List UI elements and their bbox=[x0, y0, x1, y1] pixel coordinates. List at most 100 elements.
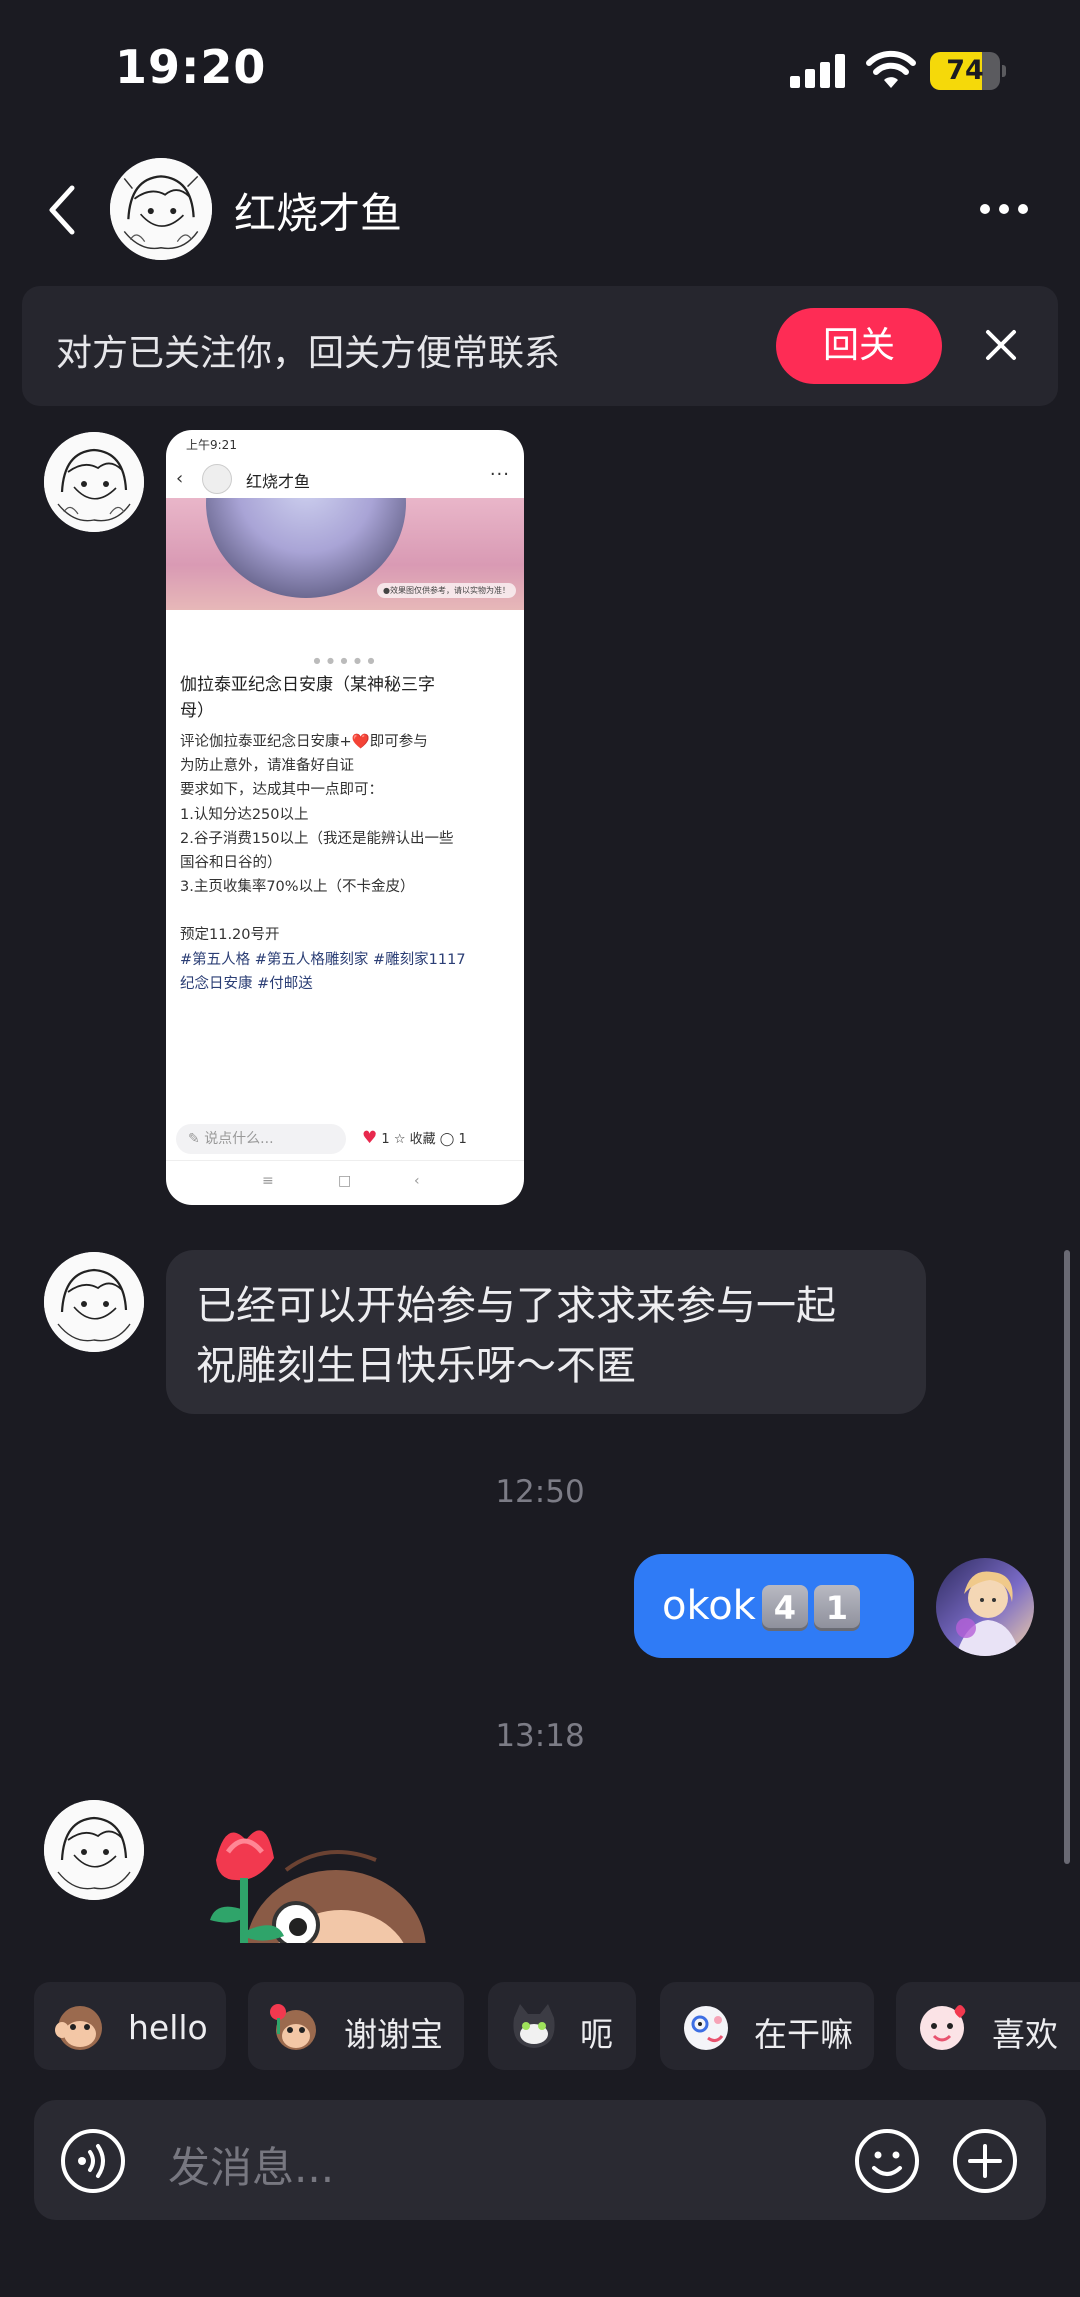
shot-body-line: 为防止意外，请准备好自证 bbox=[180, 758, 354, 775]
shot-body-line: 国谷和日谷的） bbox=[180, 855, 282, 872]
shot-body-line: 2.谷子消费150以上（我还是能辨认出一些 bbox=[180, 830, 454, 847]
status-bar: 19:20 74 bbox=[0, 0, 1080, 150]
shot-body-line: 1.认知分达250以上 bbox=[180, 806, 309, 823]
signal-icon bbox=[790, 54, 845, 88]
cat-icon bbox=[513, 2004, 555, 2048]
chat-title: 红烧才鱼 bbox=[234, 189, 403, 238]
monkey-flower-icon bbox=[270, 2004, 316, 2050]
quick-reply-row: hello 谢谢宝 呃 在干嘛 喜欢 bbox=[0, 1980, 1080, 2072]
battery-body: 74 bbox=[930, 52, 1000, 90]
shot-title-line: 伽拉泰亚纪念日安康（某神秘三字 bbox=[180, 675, 435, 695]
shot-collect-label: 收藏 bbox=[409, 1132, 436, 1147]
more-dots-icon[interactable] bbox=[976, 196, 1032, 220]
shot-status-time: 上午9:21 bbox=[186, 438, 237, 452]
heart-sticker-icon bbox=[920, 2005, 966, 2050]
anime-avatar-icon bbox=[956, 1571, 1020, 1656]
shot-comment-count: 1 bbox=[458, 1132, 467, 1147]
contact-avatar[interactable] bbox=[110, 158, 212, 260]
shot-back-icon: ‹ bbox=[176, 468, 184, 489]
menu-icon: ≡ bbox=[262, 1173, 274, 1189]
shot-actions: ♥ 1 ☆ 收藏 ◯ 1 bbox=[362, 1128, 467, 1148]
message-text-line: 祝雕刻生日快乐呀～不匿 bbox=[196, 1343, 636, 1389]
sketch-avatar-icon bbox=[44, 1800, 144, 1900]
follow-back-banner: 对方已关注你，回关方便常联系 回关 bbox=[22, 286, 1058, 406]
my-avatar[interactable] bbox=[936, 1558, 1034, 1656]
shot-author-name: 红烧才鱼 bbox=[246, 472, 311, 491]
shot-system-nav: ≡ □ ‹ bbox=[166, 1160, 524, 1205]
quick-reply-uh[interactable]: 呃 bbox=[488, 1982, 636, 2070]
back-triangle-icon: ‹ bbox=[414, 1173, 420, 1189]
message-text: okok bbox=[662, 1583, 756, 1629]
close-icon[interactable] bbox=[980, 324, 1022, 366]
shot-body-line: 评论伽拉泰亚纪念日安康+❤️即可参与 bbox=[180, 734, 428, 750]
shot-body-hashtags: #第五人格 #第五人格雕刻家 #雕刻家1117 bbox=[180, 951, 466, 968]
shot-post-body: 评论伽拉泰亚纪念日安康+❤️即可参与 为防止意外，请准备好自证 要求如下，达成其… bbox=[180, 730, 516, 996]
monkey-wave-icon bbox=[55, 2006, 102, 2050]
wifi-icon bbox=[866, 50, 916, 88]
shot-more-icon: ··· bbox=[489, 464, 510, 485]
quick-reply-label: 喜欢 bbox=[992, 2015, 1058, 2054]
shot-body-hashtags: 纪念日安康 #付邮送 bbox=[180, 975, 313, 992]
message-composer: 发消息... bbox=[34, 2100, 1046, 2220]
chevron-left-icon[interactable] bbox=[42, 180, 82, 240]
shot-status-bar: 上午9:21 bbox=[166, 430, 524, 458]
sketch-avatar-icon bbox=[110, 158, 212, 260]
plus-icon[interactable] bbox=[952, 2128, 1018, 2194]
quick-reply-label: 谢谢宝 bbox=[344, 2015, 443, 2054]
shot-body-line: 3.主页收集率70%以上（不卡金皮） bbox=[180, 879, 415, 896]
shot-author-avatar bbox=[202, 464, 232, 494]
shared-post-screenshot[interactable]: 上午9:21 ‹ 红烧才鱼 ··· ●效果图仅供参考，请以实物为准！ ● ● ●… bbox=[166, 430, 524, 1205]
sender-avatar[interactable] bbox=[44, 432, 144, 532]
star-icon: ☆ bbox=[393, 1132, 406, 1147]
battery-level-text: 74 bbox=[946, 55, 984, 86]
shot-body-line bbox=[180, 899, 516, 923]
sketch-avatar-icon bbox=[44, 1252, 144, 1352]
battery-nub bbox=[1002, 65, 1006, 77]
quick-reply-label: 在干嘛 bbox=[754, 2015, 853, 2054]
keycap-4-emoji: 4 bbox=[761, 1585, 808, 1631]
outgoing-message-bubble[interactable]: okok 4 1 bbox=[634, 1554, 914, 1658]
shot-action-bar: ✎ 说点什么... ♥ 1 ☆ 收藏 ◯ 1 bbox=[166, 1120, 524, 1158]
timestamp: 13:18 bbox=[495, 1718, 585, 1754]
sender-avatar[interactable] bbox=[44, 1800, 144, 1900]
shot-like-count: 1 bbox=[381, 1132, 390, 1147]
follow-banner-text: 对方已关注你，回关方便常联系 bbox=[56, 333, 561, 374]
comment-icon: ◯ bbox=[439, 1132, 455, 1147]
timestamp: 12:50 bbox=[495, 1474, 585, 1510]
quick-reply-label: hello bbox=[128, 2008, 208, 2047]
shot-comment-input: ✎ 说点什么... bbox=[176, 1124, 346, 1154]
quick-reply-whatsup[interactable]: 在干嘛 bbox=[660, 1982, 874, 2070]
keycap-1-emoji: 1 bbox=[813, 1585, 860, 1631]
shot-post-title: 伽拉泰亚纪念日安康（某神秘三字 母） bbox=[180, 672, 508, 724]
shot-page-dots: ● ● ● ● ● bbox=[313, 656, 377, 665]
quick-reply-label: 呃 bbox=[580, 2015, 613, 2054]
message-input[interactable]: 发消息... bbox=[168, 2134, 334, 2195]
sticker-message[interactable] bbox=[166, 1800, 486, 1943]
shot-image-tag: ●效果图仅供参考，请以实物为准！ bbox=[377, 583, 516, 598]
home-square-icon: □ bbox=[338, 1173, 352, 1189]
battery-indicator: 74 bbox=[930, 52, 1006, 90]
rose-monkey-sticker-icon bbox=[210, 1830, 426, 1943]
quick-reply-thanks[interactable]: 谢谢宝 bbox=[248, 1982, 464, 2070]
shot-nav-bar: ‹ 红烧才鱼 ··· bbox=[166, 458, 524, 498]
sender-avatar[interactable] bbox=[44, 1252, 144, 1352]
status-time: 19:20 bbox=[115, 40, 267, 94]
voice-icon[interactable] bbox=[60, 2128, 126, 2194]
chat-scrollbar[interactable] bbox=[1064, 1250, 1070, 1864]
emoji-icon[interactable] bbox=[854, 2128, 920, 2194]
heart-icon: ♥ bbox=[362, 1128, 378, 1148]
shot-post-image: ●效果图仅供参考，请以实物为准！ bbox=[166, 498, 524, 610]
message-text-line: 已经可以开始参与了求求来参与一起 bbox=[196, 1283, 836, 1329]
incoming-message-bubble[interactable]: 已经可以开始参与了求求来参与一起 祝雕刻生日快乐呀～不匿 bbox=[166, 1250, 926, 1414]
shot-input-placeholder: 说点什么... bbox=[204, 1131, 274, 1147]
follow-back-button[interactable]: 回关 bbox=[776, 308, 942, 384]
quick-reply-hello[interactable]: hello bbox=[34, 1982, 226, 2070]
chat-header: 红烧才鱼 bbox=[0, 150, 1080, 270]
sketch-avatar-icon bbox=[44, 432, 144, 532]
shot-body-line: 预定11.20号开 bbox=[180, 927, 280, 944]
quick-reply-like[interactable]: 喜欢 bbox=[896, 1982, 1080, 2070]
shot-body-line: 要求如下，达成其中一点即可： bbox=[180, 782, 383, 799]
shot-title-line: 母） bbox=[180, 701, 214, 721]
peek-sticker-icon bbox=[684, 2006, 728, 2050]
shot-art-disc bbox=[206, 498, 406, 598]
